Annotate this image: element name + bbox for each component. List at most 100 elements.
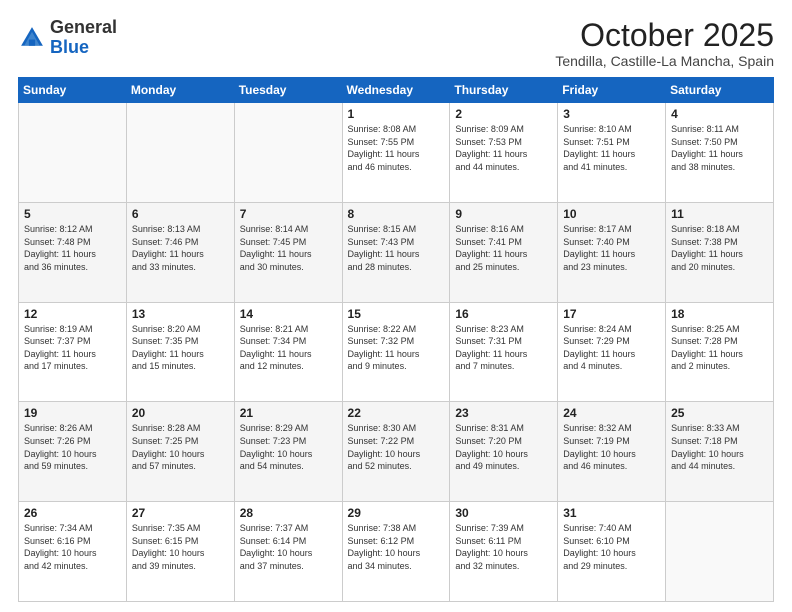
calendar-header-thursday: Thursday: [450, 78, 558, 103]
day-info: Sunrise: 8:33 AM Sunset: 7:18 PM Dayligh…: [671, 422, 768, 472]
day-number: 19: [24, 406, 121, 420]
calendar-cell: 22 Sunrise: 8:30 AM Sunset: 7:22 PM Dayli…: [342, 402, 450, 502]
logo-general: General: [50, 17, 117, 37]
day-number: 4: [671, 107, 768, 121]
day-info: Sunrise: 8:25 AM Sunset: 7:28 PM Dayligh…: [671, 323, 768, 373]
calendar-header-row: SundayMondayTuesdayWednesdayThursdayFrid…: [19, 78, 774, 103]
day-info: Sunrise: 8:30 AM Sunset: 7:22 PM Dayligh…: [348, 422, 445, 472]
calendar-cell: 31 Sunrise: 7:40 AM Sunset: 6:10 PM Dayli…: [558, 502, 666, 602]
day-info: Sunrise: 7:35 AM Sunset: 6:15 PM Dayligh…: [132, 522, 229, 572]
calendar-cell: 29 Sunrise: 7:38 AM Sunset: 6:12 PM Dayli…: [342, 502, 450, 602]
day-number: 17: [563, 307, 660, 321]
day-number: 12: [24, 307, 121, 321]
day-number: 16: [455, 307, 552, 321]
day-number: 22: [348, 406, 445, 420]
day-info: Sunrise: 8:17 AM Sunset: 7:40 PM Dayligh…: [563, 223, 660, 273]
calendar-cell: 16 Sunrise: 8:23 AM Sunset: 7:31 PM Dayli…: [450, 302, 558, 402]
calendar-cell: 25 Sunrise: 8:33 AM Sunset: 7:18 PM Dayli…: [666, 402, 774, 502]
calendar-cell: 17 Sunrise: 8:24 AM Sunset: 7:29 PM Dayli…: [558, 302, 666, 402]
location-subtitle: Tendilla, Castille-La Mancha, Spain: [555, 53, 774, 69]
calendar-cell: 12 Sunrise: 8:19 AM Sunset: 7:37 PM Dayli…: [19, 302, 127, 402]
calendar-cell: 2 Sunrise: 8:09 AM Sunset: 7:53 PM Daylig…: [450, 103, 558, 203]
day-number: 9: [455, 207, 552, 221]
day-number: 6: [132, 207, 229, 221]
day-info: Sunrise: 8:20 AM Sunset: 7:35 PM Dayligh…: [132, 323, 229, 373]
day-info: Sunrise: 8:31 AM Sunset: 7:20 PM Dayligh…: [455, 422, 552, 472]
day-info: Sunrise: 8:29 AM Sunset: 7:23 PM Dayligh…: [240, 422, 337, 472]
day-number: 14: [240, 307, 337, 321]
calendar-cell: 14 Sunrise: 8:21 AM Sunset: 7:34 PM Dayli…: [234, 302, 342, 402]
day-info: Sunrise: 7:37 AM Sunset: 6:14 PM Dayligh…: [240, 522, 337, 572]
day-info: Sunrise: 8:14 AM Sunset: 7:45 PM Dayligh…: [240, 223, 337, 273]
day-number: 3: [563, 107, 660, 121]
calendar-week-3: 12 Sunrise: 8:19 AM Sunset: 7:37 PM Dayli…: [19, 302, 774, 402]
day-info: Sunrise: 8:16 AM Sunset: 7:41 PM Dayligh…: [455, 223, 552, 273]
calendar-week-4: 19Sunrise: 8:26 AM Sunset: 7:26 PM Dayli…: [19, 402, 774, 502]
day-info: Sunrise: 8:24 AM Sunset: 7:29 PM Dayligh…: [563, 323, 660, 373]
calendar-cell: [234, 103, 342, 203]
day-info: Sunrise: 7:38 AM Sunset: 6:12 PM Dayligh…: [348, 522, 445, 572]
calendar-cell: 8 Sunrise: 8:15 AM Sunset: 7:43 PM Daylig…: [342, 202, 450, 302]
logo-icon: [18, 24, 46, 52]
day-number: 2: [455, 107, 552, 121]
calendar-cell: [666, 502, 774, 602]
day-number: 21: [240, 406, 337, 420]
calendar-cell: 27 Sunrise: 7:35 AM Sunset: 6:15 PM Dayli…: [126, 502, 234, 602]
calendar-header-monday: Monday: [126, 78, 234, 103]
calendar-cell: 30Sunrise: 7:39 AM Sunset: 6:11 PM Dayli…: [450, 502, 558, 602]
day-number: 27: [132, 506, 229, 520]
calendar-cell: 24 Sunrise: 8:32 AM Sunset: 7:19 PM Dayli…: [558, 402, 666, 502]
day-number: 5: [24, 207, 121, 221]
calendar-header-tuesday: Tuesday: [234, 78, 342, 103]
calendar-cell: 7 Sunrise: 8:14 AM Sunset: 7:45 PM Daylig…: [234, 202, 342, 302]
day-info: Sunrise: 7:34 AM Sunset: 6:16 PM Dayligh…: [24, 522, 121, 572]
day-info: Sunrise: 8:11 AM Sunset: 7:50 PM Dayligh…: [671, 123, 768, 173]
calendar-cell: 28 Sunrise: 7:37 AM Sunset: 6:14 PM Dayli…: [234, 502, 342, 602]
day-info: Sunrise: 8:18 AM Sunset: 7:38 PM Dayligh…: [671, 223, 768, 273]
day-info: Sunrise: 8:23 AM Sunset: 7:31 PM Dayligh…: [455, 323, 552, 373]
calendar-header-sunday: Sunday: [19, 78, 127, 103]
calendar-cell: 11 Sunrise: 8:18 AM Sunset: 7:38 PM Dayli…: [666, 202, 774, 302]
calendar-cell: 18 Sunrise: 8:25 AM Sunset: 7:28 PM Dayli…: [666, 302, 774, 402]
day-number: 31: [563, 506, 660, 520]
calendar-header-saturday: Saturday: [666, 78, 774, 103]
day-info: Sunrise: 8:22 AM Sunset: 7:32 PM Dayligh…: [348, 323, 445, 373]
calendar-header-wednesday: Wednesday: [342, 78, 450, 103]
calendar-cell: 23 Sunrise: 8:31 AM Sunset: 7:20 PM Dayli…: [450, 402, 558, 502]
day-number: 18: [671, 307, 768, 321]
calendar-cell: 5Sunrise: 8:12 AM Sunset: 7:48 PM Daylig…: [19, 202, 127, 302]
calendar-week-5: 26 Sunrise: 7:34 AM Sunset: 6:16 PM Dayli…: [19, 502, 774, 602]
day-number: 7: [240, 207, 337, 221]
day-number: 28: [240, 506, 337, 520]
day-info: Sunrise: 8:10 AM Sunset: 7:51 PM Dayligh…: [563, 123, 660, 173]
day-number: 8: [348, 207, 445, 221]
day-number: 20: [132, 406, 229, 420]
calendar-week-1: 1Sunrise: 8:08 AM Sunset: 7:55 PM Daylig…: [19, 103, 774, 203]
calendar-cell: 21 Sunrise: 8:29 AM Sunset: 7:23 PM Dayli…: [234, 402, 342, 502]
day-number: 1: [348, 107, 445, 121]
logo: General Blue: [18, 18, 117, 58]
calendar-cell: [19, 103, 127, 203]
logo-blue: Blue: [50, 37, 89, 57]
day-info: Sunrise: 8:15 AM Sunset: 7:43 PM Dayligh…: [348, 223, 445, 273]
calendar-cell: 10Sunrise: 8:17 AM Sunset: 7:40 PM Dayli…: [558, 202, 666, 302]
calendar-cell: [126, 103, 234, 203]
calendar-cell: 26 Sunrise: 7:34 AM Sunset: 6:16 PM Dayli…: [19, 502, 127, 602]
day-info: Sunrise: 8:32 AM Sunset: 7:19 PM Dayligh…: [563, 422, 660, 472]
day-info: Sunrise: 7:40 AM Sunset: 6:10 PM Dayligh…: [563, 522, 660, 572]
day-info: Sunrise: 8:21 AM Sunset: 7:34 PM Dayligh…: [240, 323, 337, 373]
day-number: 29: [348, 506, 445, 520]
calendar-cell: 20Sunrise: 8:28 AM Sunset: 7:25 PM Dayli…: [126, 402, 234, 502]
day-info: Sunrise: 8:13 AM Sunset: 7:46 PM Dayligh…: [132, 223, 229, 273]
day-number: 25: [671, 406, 768, 420]
calendar: SundayMondayTuesdayWednesdayThursdayFrid…: [18, 77, 774, 602]
day-number: 24: [563, 406, 660, 420]
day-info: Sunrise: 8:09 AM Sunset: 7:53 PM Dayligh…: [455, 123, 552, 173]
day-info: Sunrise: 8:19 AM Sunset: 7:37 PM Dayligh…: [24, 323, 121, 373]
calendar-cell: 4 Sunrise: 8:11 AM Sunset: 7:50 PM Daylig…: [666, 103, 774, 203]
calendar-cell: 15Sunrise: 8:22 AM Sunset: 7:32 PM Dayli…: [342, 302, 450, 402]
day-number: 23: [455, 406, 552, 420]
calendar-cell: 3 Sunrise: 8:10 AM Sunset: 7:51 PM Daylig…: [558, 103, 666, 203]
day-number: 26: [24, 506, 121, 520]
day-number: 11: [671, 207, 768, 221]
